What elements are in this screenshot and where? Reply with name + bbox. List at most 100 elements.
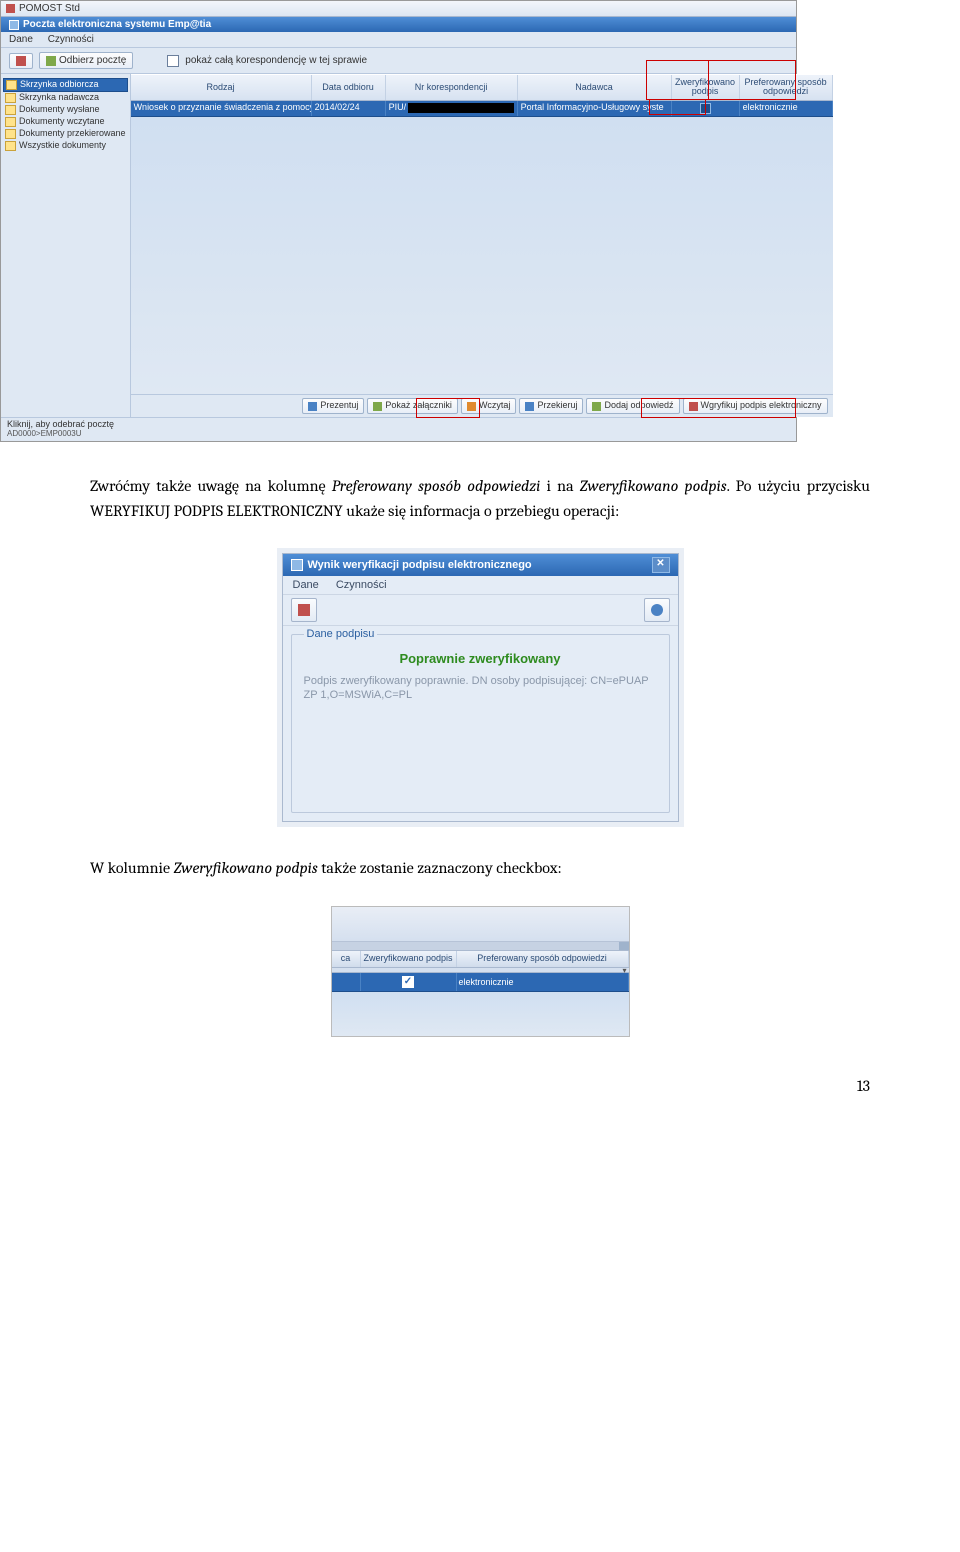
tree-label: Skrzynka odbiorcza bbox=[20, 80, 99, 90]
crop-combo-row: ▾ bbox=[332, 968, 629, 973]
col-zwer[interactable]: Zweryfikowano podpis bbox=[672, 75, 740, 100]
tree-all[interactable]: Wszystkie dokumenty bbox=[3, 140, 128, 152]
window-icon bbox=[9, 20, 19, 30]
redacted-block bbox=[408, 103, 513, 113]
verified-checkbox bbox=[700, 103, 711, 114]
crop-scroll bbox=[332, 942, 629, 951]
folder-icon bbox=[5, 93, 16, 103]
forward-icon bbox=[525, 402, 534, 411]
col-pref[interactable]: Preferowany sposób odpowiedzi bbox=[740, 75, 833, 100]
table-row[interactable]: Wniosek o przyznanie świadczenia z pomoc… bbox=[131, 101, 833, 117]
wczytaj-button[interactable]: Wczytaj bbox=[461, 398, 517, 414]
p2-post: także zostanie zaznaczony checkbox: bbox=[318, 859, 562, 877]
p1-pre: Zwróćmy także uwagę na kolumnę bbox=[90, 477, 332, 495]
toolbar: Odbierz pocztę pokaż całą korespondencję… bbox=[1, 48, 796, 74]
action-bar: Prezentuj Pokaż załączniki Wczytaj Przek… bbox=[131, 394, 833, 417]
present-icon bbox=[308, 402, 317, 411]
attach-icon bbox=[373, 402, 382, 411]
back-button[interactable] bbox=[9, 53, 33, 69]
prezentuj-button[interactable]: Prezentuj bbox=[302, 398, 364, 414]
app-icon bbox=[6, 4, 15, 13]
crop-data-row[interactable]: elektronicznie bbox=[332, 973, 629, 992]
col-nr[interactable]: Nr korespondencji bbox=[386, 75, 518, 100]
col-nadawca[interactable]: Nadawca bbox=[518, 75, 672, 100]
dlg-back-button[interactable] bbox=[291, 598, 317, 622]
status-code: AD0000>EMP0003U bbox=[7, 430, 790, 439]
window-title-text: Poczta elektroniczna systemu Emp@tia bbox=[23, 19, 211, 30]
cell-data: 2014/02/24 bbox=[312, 101, 386, 116]
dialog-toolbar bbox=[283, 594, 678, 626]
mail-icon bbox=[46, 56, 56, 66]
p1-mid: i na bbox=[540, 477, 579, 495]
menu-dane[interactable]: Dane bbox=[9, 34, 33, 45]
btn-label: Prezentuj bbox=[320, 401, 358, 411]
col-data[interactable]: Data odbioru bbox=[312, 75, 386, 100]
folder-icon bbox=[5, 129, 16, 139]
menu-czynnosci[interactable]: Czynności bbox=[48, 34, 94, 45]
mail-app-screenshot: POMOST Std Poczta elektroniczna systemu … bbox=[0, 0, 797, 442]
checked-icon bbox=[402, 976, 414, 988]
btn-label: Dodaj odpowiedź bbox=[604, 401, 673, 411]
close-button[interactable]: ✕ bbox=[652, 557, 670, 573]
tree-label: Wszystkie dokumenty bbox=[19, 141, 106, 151]
paragraph-2: W kolumnie Zweryfikowano podpis także zo… bbox=[90, 856, 870, 882]
crop-gap bbox=[332, 992, 629, 1036]
tree-outbox[interactable]: Skrzynka nadawcza bbox=[3, 92, 128, 104]
crop-top bbox=[332, 907, 629, 942]
reply-icon bbox=[592, 402, 601, 411]
grid-empty bbox=[131, 117, 833, 394]
pokaz-zalaczniki-button[interactable]: Pokaż załączniki bbox=[367, 398, 458, 414]
crop-col-pref[interactable]: Preferowany sposób odpowiedzi bbox=[457, 951, 629, 966]
btn-label: Przekieruj bbox=[537, 401, 577, 411]
dodaj-odpowiedz-button[interactable]: Dodaj odpowiedź bbox=[586, 398, 679, 414]
folder-tree: Skrzynka odbiorcza Skrzynka nadawcza Dok… bbox=[1, 74, 131, 417]
tree-forwarded[interactable]: Dokumenty przekierowane bbox=[3, 128, 128, 140]
cell-nr: PIU/ bbox=[386, 101, 518, 116]
dlg-help-button[interactable] bbox=[644, 598, 670, 622]
get-mail-button[interactable]: Odbierz pocztę bbox=[39, 52, 133, 69]
tree-sent[interactable]: Dokumenty wysłane bbox=[3, 104, 128, 116]
crop-cell-ca bbox=[332, 973, 361, 991]
tree-inbox[interactable]: Skrzynka odbiorcza bbox=[3, 78, 128, 92]
crop-col-ca[interactable]: ca bbox=[332, 951, 361, 966]
btn-label: Wczytaj bbox=[479, 401, 511, 411]
przekieruj-button[interactable]: Przekieruj bbox=[519, 398, 583, 414]
show-all-label: pokaż całą korespondencję w tej sprawie bbox=[185, 55, 367, 66]
tree-label: Dokumenty wysłane bbox=[19, 105, 100, 115]
status-text: Kliknij, aby odebrać pocztę bbox=[7, 420, 790, 430]
crop-col-zwer[interactable]: Zweryfikowano podpis bbox=[361, 951, 457, 966]
tree-label: Skrzynka nadawcza bbox=[19, 93, 99, 103]
cell-pref: elektronicznie bbox=[740, 101, 833, 116]
crop-header: ca Zweryfikowano podpis Preferowany spos… bbox=[332, 951, 629, 967]
dlg-menu-czynnosci[interactable]: Czynności bbox=[336, 579, 387, 591]
folder-icon bbox=[5, 117, 16, 127]
status-bar: Kliknij, aby odebrać pocztę AD0000>EMP00… bbox=[1, 417, 796, 441]
folder-icon bbox=[6, 80, 17, 90]
cell-rodzaj: Wniosek o przyznanie świadczenia z pomoc… bbox=[131, 101, 312, 116]
load-icon bbox=[467, 402, 476, 411]
dane-podpisu-group: Dane podpisu Poprawnie zweryfikowany Pod… bbox=[291, 634, 670, 814]
back-icon bbox=[16, 56, 26, 66]
cell-nadawca: Portal Informacyjno-Usługowy syste bbox=[518, 101, 672, 116]
show-all-checkbox[interactable] bbox=[167, 55, 179, 67]
tree-loaded[interactable]: Dokumenty wczytane bbox=[3, 116, 128, 128]
crop-cell-pref: elektronicznie bbox=[457, 973, 629, 991]
group-legend: Dane podpisu bbox=[304, 628, 378, 640]
col-rodzaj[interactable]: Rodzaj bbox=[131, 75, 312, 100]
verify-icon bbox=[689, 402, 698, 411]
cell-nr-text: PIU/ bbox=[389, 103, 407, 113]
verify-dialog-screenshot: Wynik weryfikacji podpisu elektroniczneg… bbox=[282, 553, 679, 823]
weryfikuj-podpis-button[interactable]: Wgryfikuj podpis elektroniczny bbox=[683, 398, 828, 414]
verify-ok-text: Poprawnie zweryfikowany bbox=[304, 651, 657, 666]
dlg-menu-dane[interactable]: Dane bbox=[293, 579, 319, 591]
p1-it2: Zweryfikowano podpis bbox=[580, 477, 727, 495]
paragraph-1: Zwróćmy także uwagę na kolumnę Preferowa… bbox=[90, 474, 870, 525]
columns-crop-screenshot: ca Zweryfikowano podpis Preferowany spos… bbox=[331, 906, 630, 1036]
p1-it1: Preferowany sposób odpowiedzi bbox=[332, 477, 541, 495]
folder-icon bbox=[5, 105, 16, 115]
p2-it: Zweryfikowano podpis bbox=[174, 859, 318, 877]
app-titlebar: POMOST Std bbox=[1, 1, 796, 17]
window-title: Poczta elektroniczna systemu Emp@tia bbox=[1, 17, 796, 32]
page-number: 13 bbox=[90, 1077, 870, 1095]
dialog-menubar: Dane Czynności bbox=[283, 576, 678, 594]
